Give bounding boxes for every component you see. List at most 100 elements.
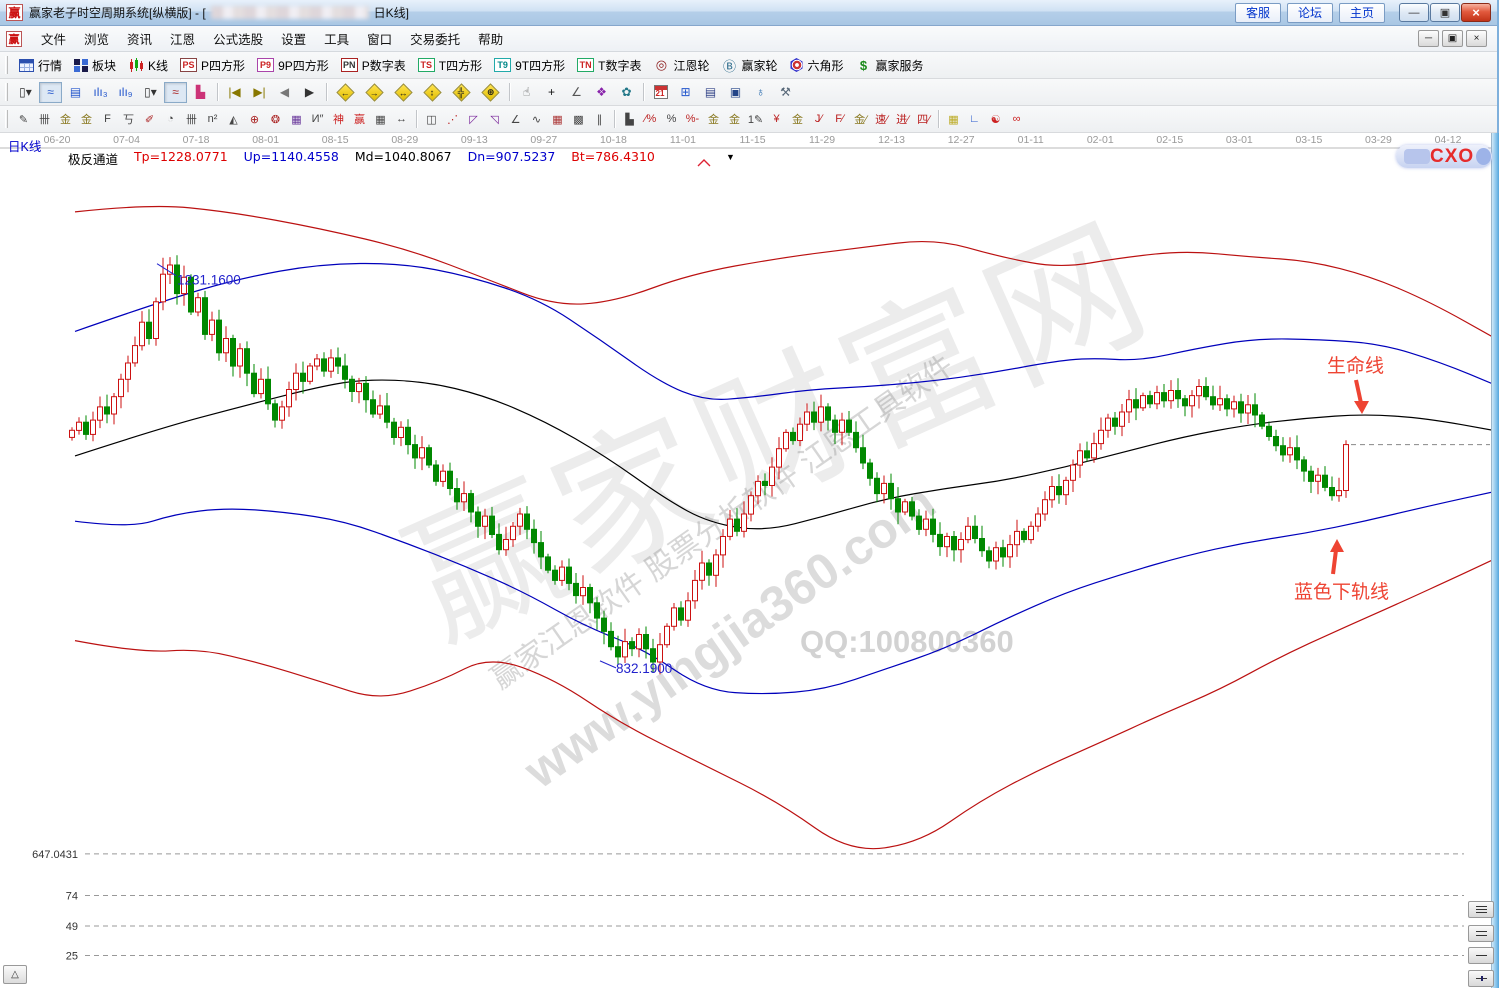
- gold-under-button[interactable]: 金: [787, 110, 808, 129]
- step-back-button[interactable]: ◀: [273, 82, 296, 103]
- percent-slash-button[interactable]: ∕%: [640, 110, 661, 129]
- bars-3-button[interactable]: ılı₃: [89, 82, 112, 103]
- menu-gann[interactable]: 江恩: [161, 26, 204, 51]
- toolbar-item-winner-service[interactable]: $赢家服务: [856, 57, 924, 74]
- menu-window[interactable]: 窗口: [358, 26, 401, 51]
- parallel-lines-button[interactable]: ∥: [589, 110, 610, 129]
- pattern-blue-button[interactable]: ≈: [39, 82, 62, 103]
- fan-lines-b-button[interactable]: ◹: [484, 110, 505, 129]
- wave-mark-button[interactable]: И″: [307, 110, 328, 129]
- star-wheel-button[interactable]: ❂: [265, 110, 286, 129]
- red-rays-button[interactable]: ⋰: [442, 110, 463, 129]
- axis-chart-button[interactable]: ∟: [964, 110, 985, 129]
- grid-dark-button[interactable]: ▩: [568, 110, 589, 129]
- gold-scale-a-button[interactable]: 金: [55, 110, 76, 129]
- toolbar-item-sectors[interactable]: 板块: [74, 57, 116, 74]
- toolbar-item-t-square[interactable]: TST四方形: [418, 57, 482, 74]
- taiji-button[interactable]: ☯: [985, 110, 1006, 129]
- trend-angle-button[interactable]: ∠: [505, 110, 526, 129]
- save-button[interactable]: ▣: [724, 82, 747, 103]
- f-scale-button[interactable]: F: [97, 110, 118, 129]
- menu-news[interactable]: 资讯: [118, 26, 161, 51]
- menu-browse[interactable]: 浏览: [75, 26, 118, 51]
- goto-first-button[interactable]: |◀: [223, 82, 246, 103]
- pen-tool-button[interactable]: ✎: [13, 110, 34, 129]
- n-square-button[interactable]: n²: [202, 110, 223, 129]
- speed-slash-button[interactable]: 速∕: [871, 110, 892, 129]
- doc-view-button[interactable]: ▤: [64, 82, 87, 103]
- menu-settings[interactable]: 设置: [272, 26, 315, 51]
- grid-box-button[interactable]: ▦: [286, 110, 307, 129]
- menu-tools[interactable]: 工具: [315, 26, 358, 51]
- bars-9-button[interactable]: ılı₉: [114, 82, 137, 103]
- speed-slash-2-button[interactable]: 进∕: [892, 110, 913, 129]
- diamond-h-expand-button[interactable]: ↔: [390, 82, 417, 103]
- percent-button[interactable]: %: [661, 110, 682, 129]
- toolbar-item-9p-square[interactable]: P99P四方形: [257, 57, 329, 74]
- j-slash-button[interactable]: J∕: [808, 110, 829, 129]
- box-select-button[interactable]: ◫: [421, 110, 442, 129]
- crosshair-tool-button[interactable]: +: [540, 82, 563, 103]
- toolbar-item-kline[interactable]: K线: [128, 57, 168, 74]
- gold-scale-b-button[interactable]: 金: [76, 110, 97, 129]
- zoom-slider-button[interactable]: [1468, 970, 1494, 987]
- cycle-circle-button[interactable]: ◔: [160, 110, 181, 129]
- toolbar-item-9t-square[interactable]: T99T四方形: [494, 57, 565, 74]
- calendar-button[interactable]: 21: [649, 82, 672, 103]
- ruler-grid-button[interactable]: ▦: [370, 110, 391, 129]
- diamond-right-button[interactable]: →: [361, 82, 388, 103]
- hook-scale-button[interactable]: 丂: [118, 110, 139, 129]
- percent-avg-button[interactable]: %-: [682, 110, 703, 129]
- compress-max-button[interactable]: [1468, 901, 1494, 918]
- maximize-button[interactable]: ▣: [1430, 3, 1460, 22]
- step-forward-button[interactable]: ▶: [298, 82, 321, 103]
- period-dropdown-button[interactable]: ▯▾: [14, 82, 37, 103]
- menu-help[interactable]: 帮助: [469, 26, 512, 51]
- forum-button[interactable]: 论坛: [1287, 3, 1333, 23]
- ying-tool-button[interactable]: 赢: [349, 110, 370, 129]
- mdi-minimize-button[interactable]: ─: [1418, 30, 1439, 47]
- tick-scale-button[interactable]: 卌: [34, 110, 55, 129]
- histogram-color-button[interactable]: ▙: [189, 82, 212, 103]
- diamond-v-expand-button[interactable]: ↕: [419, 82, 446, 103]
- trade-truck-button[interactable]: ⚒: [774, 82, 797, 103]
- shen-tool-button[interactable]: 神: [328, 110, 349, 129]
- gold-slash-button[interactable]: 金∕: [850, 110, 871, 129]
- toolbar-item-hexagon[interactable]: 六角形: [790, 57, 844, 74]
- grid-red-button[interactable]: ▦: [547, 110, 568, 129]
- tick-scale-2-button[interactable]: 卌: [181, 110, 202, 129]
- mdi-close-button[interactable]: ×: [1466, 30, 1487, 47]
- toolbar-item-winner-wheel[interactable]: Ⓑ赢家轮: [721, 56, 777, 75]
- dropdown-caret-icon[interactable]: ▼: [726, 152, 735, 162]
- zigzag-line-button[interactable]: ∿: [526, 110, 547, 129]
- calculator-button[interactable]: ⊞: [674, 82, 697, 103]
- infinity-tool-button[interactable]: ∞: [1006, 110, 1027, 129]
- customer-service-button[interactable]: 客服: [1235, 3, 1281, 23]
- diamond-all-button[interactable]: ⊕: [477, 82, 504, 103]
- pattern-red-button[interactable]: ≈: [164, 82, 187, 103]
- diamond-left-button[interactable]: ←: [332, 82, 359, 103]
- goto-last-button[interactable]: ▶|: [248, 82, 271, 103]
- fan-lines-a-button[interactable]: ◸: [463, 110, 484, 129]
- toolbar-item-t-table[interactable]: TNT数字表: [577, 57, 641, 74]
- toolbar-item-p-table[interactable]: PNP数字表: [341, 57, 406, 74]
- network-button[interactable]: ♁: [749, 82, 772, 103]
- minimize-button[interactable]: —: [1399, 3, 1429, 22]
- compress-mid-button[interactable]: [1468, 925, 1494, 942]
- compress-min-button[interactable]: [1468, 947, 1494, 964]
- price-pen-button[interactable]: 1✎: [745, 110, 766, 129]
- gold-line-button[interactable]: 金: [724, 110, 745, 129]
- menu-formula-picker[interactable]: 公式选股: [204, 26, 272, 51]
- mdi-restore-button[interactable]: ▣: [1442, 30, 1463, 47]
- expand-panel-button[interactable]: △: [3, 965, 27, 984]
- cloud-tool-button[interactable]: ✿: [615, 82, 638, 103]
- toolbar-item-gann-wheel[interactable]: ◎江恩轮: [653, 57, 709, 74]
- red-pen-button[interactable]: ✐: [139, 110, 160, 129]
- angle-tool-button[interactable]: ∠: [565, 82, 588, 103]
- close-button[interactable]: ×: [1461, 3, 1491, 22]
- compass-tool-button[interactable]: ◭: [223, 110, 244, 129]
- target-cross-button[interactable]: ⊕: [244, 110, 265, 129]
- notes-button[interactable]: ▤: [699, 82, 722, 103]
- menu-file[interactable]: 文件: [32, 26, 75, 51]
- candle-dropdown-button[interactable]: ▯▾: [139, 82, 162, 103]
